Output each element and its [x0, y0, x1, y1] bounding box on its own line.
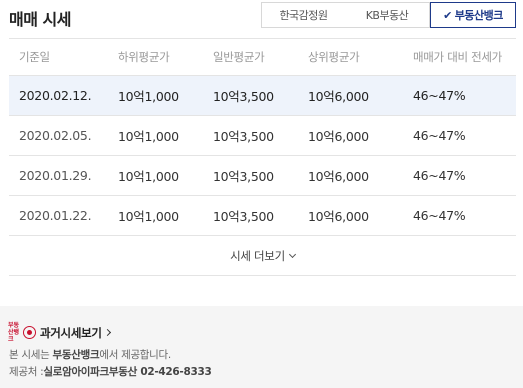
- column-header-ratio: 매매가 대비 전세가: [413, 50, 502, 64]
- note-provider: 부동산뱅크: [52, 349, 100, 361]
- row-ratio: 46~47%: [413, 128, 466, 143]
- column-header-mid: 일반평균가: [213, 50, 265, 64]
- footer: 부동산뱅크 과거시세보기 본 시세는 부동산뱅크에서 제공합니다. 제공처 :실…: [0, 306, 523, 388]
- more-prices-label: 시세 더보기: [230, 249, 285, 263]
- row-date: 2020.01.22.: [19, 208, 92, 223]
- row-high-price: 10억6,000: [308, 169, 369, 184]
- logo-text: 부동산뱅크: [8, 322, 20, 343]
- row-low-price: 10억1,000: [118, 129, 179, 144]
- row-mid-price: 10억3,500: [213, 209, 274, 224]
- price-header: 매매 시세 한국감정원 KB부동산 ✔ 부동산뱅크: [0, 0, 523, 38]
- row-high-price: 10억6,000: [308, 209, 369, 224]
- table-row: 2020.01.22. 10억1,000 10억3,500 10억6,000 4…: [9, 196, 516, 236]
- row-mid-price: 10억3,500: [213, 169, 274, 184]
- note-text: 에서 제공합니다.: [99, 349, 171, 361]
- past-prices-row: 부동산뱅크 과거시세보기: [8, 322, 111, 343]
- note-text: 제공처 :: [9, 366, 44, 378]
- check-icon: ✔: [443, 8, 452, 22]
- row-ratio: 46~47%: [413, 88, 466, 103]
- row-mid-price: 10억3,500: [213, 129, 274, 144]
- column-header-high: 상위평균가: [308, 50, 360, 64]
- row-mid-price: 10억3,500: [213, 89, 274, 104]
- provider-note: 제공처 :실로암아이파크부동산 02-426-8333: [9, 364, 212, 379]
- budongsanbank-logo: 부동산뱅크: [8, 322, 36, 343]
- chevron-right-icon: [103, 328, 111, 337]
- row-date: 2020.02.12.: [19, 88, 92, 103]
- row-low-price: 10억1,000: [118, 89, 179, 104]
- past-prices-label: 과거시세보기: [40, 325, 102, 340]
- source-note: 본 시세는 부동산뱅크에서 제공합니다.: [9, 347, 171, 362]
- row-low-price: 10억1,000: [118, 169, 179, 184]
- table-header-row: 기준일 하위평균가 일반평균가 상위평균가 매매가 대비 전세가: [9, 38, 516, 76]
- logo-circle-icon: [23, 326, 36, 339]
- note-text: 본 시세는: [9, 349, 53, 361]
- row-ratio: 46~47%: [413, 168, 466, 183]
- source-tab-budongsanbank[interactable]: ✔ 부동산뱅크: [430, 2, 516, 28]
- row-low-price: 10억1,000: [118, 209, 179, 224]
- row-date: 2020.01.29.: [19, 168, 92, 183]
- row-ratio: 46~47%: [413, 208, 466, 223]
- past-prices-link[interactable]: 과거시세보기: [40, 325, 111, 341]
- column-header-date: 기준일: [19, 50, 50, 64]
- page-title: 매매 시세: [9, 10, 71, 29]
- source-tab-kab[interactable]: 한국감정원: [261, 2, 346, 28]
- price-table: 기준일 하위평균가 일반평균가 상위평균가 매매가 대비 전세가 2020.02…: [9, 38, 516, 236]
- table-row: 2020.02.12. 10억1,000 10억3,500 10억6,000 4…: [9, 76, 516, 116]
- provider-name: 실로암아이파크부동산: [43, 366, 137, 378]
- source-tab-kb[interactable]: KB부동산: [345, 2, 430, 28]
- chevron-down-icon: [288, 250, 296, 259]
- row-date: 2020.02.05.: [19, 128, 92, 143]
- source-tab-label: 부동산뱅크: [454, 9, 504, 22]
- table-row: 2020.01.29. 10억1,000 10억3,500 10억6,000 4…: [9, 156, 516, 196]
- row-high-price: 10억6,000: [308, 89, 369, 104]
- table-row: 2020.02.05. 10억1,000 10억3,500 10억6,000 4…: [9, 116, 516, 156]
- more-prices-button[interactable]: 시세 더보기: [9, 237, 516, 276]
- column-header-low: 하위평균가: [118, 50, 170, 64]
- provider-phone: 02-426-8333: [136, 366, 212, 378]
- row-high-price: 10억6,000: [308, 129, 369, 144]
